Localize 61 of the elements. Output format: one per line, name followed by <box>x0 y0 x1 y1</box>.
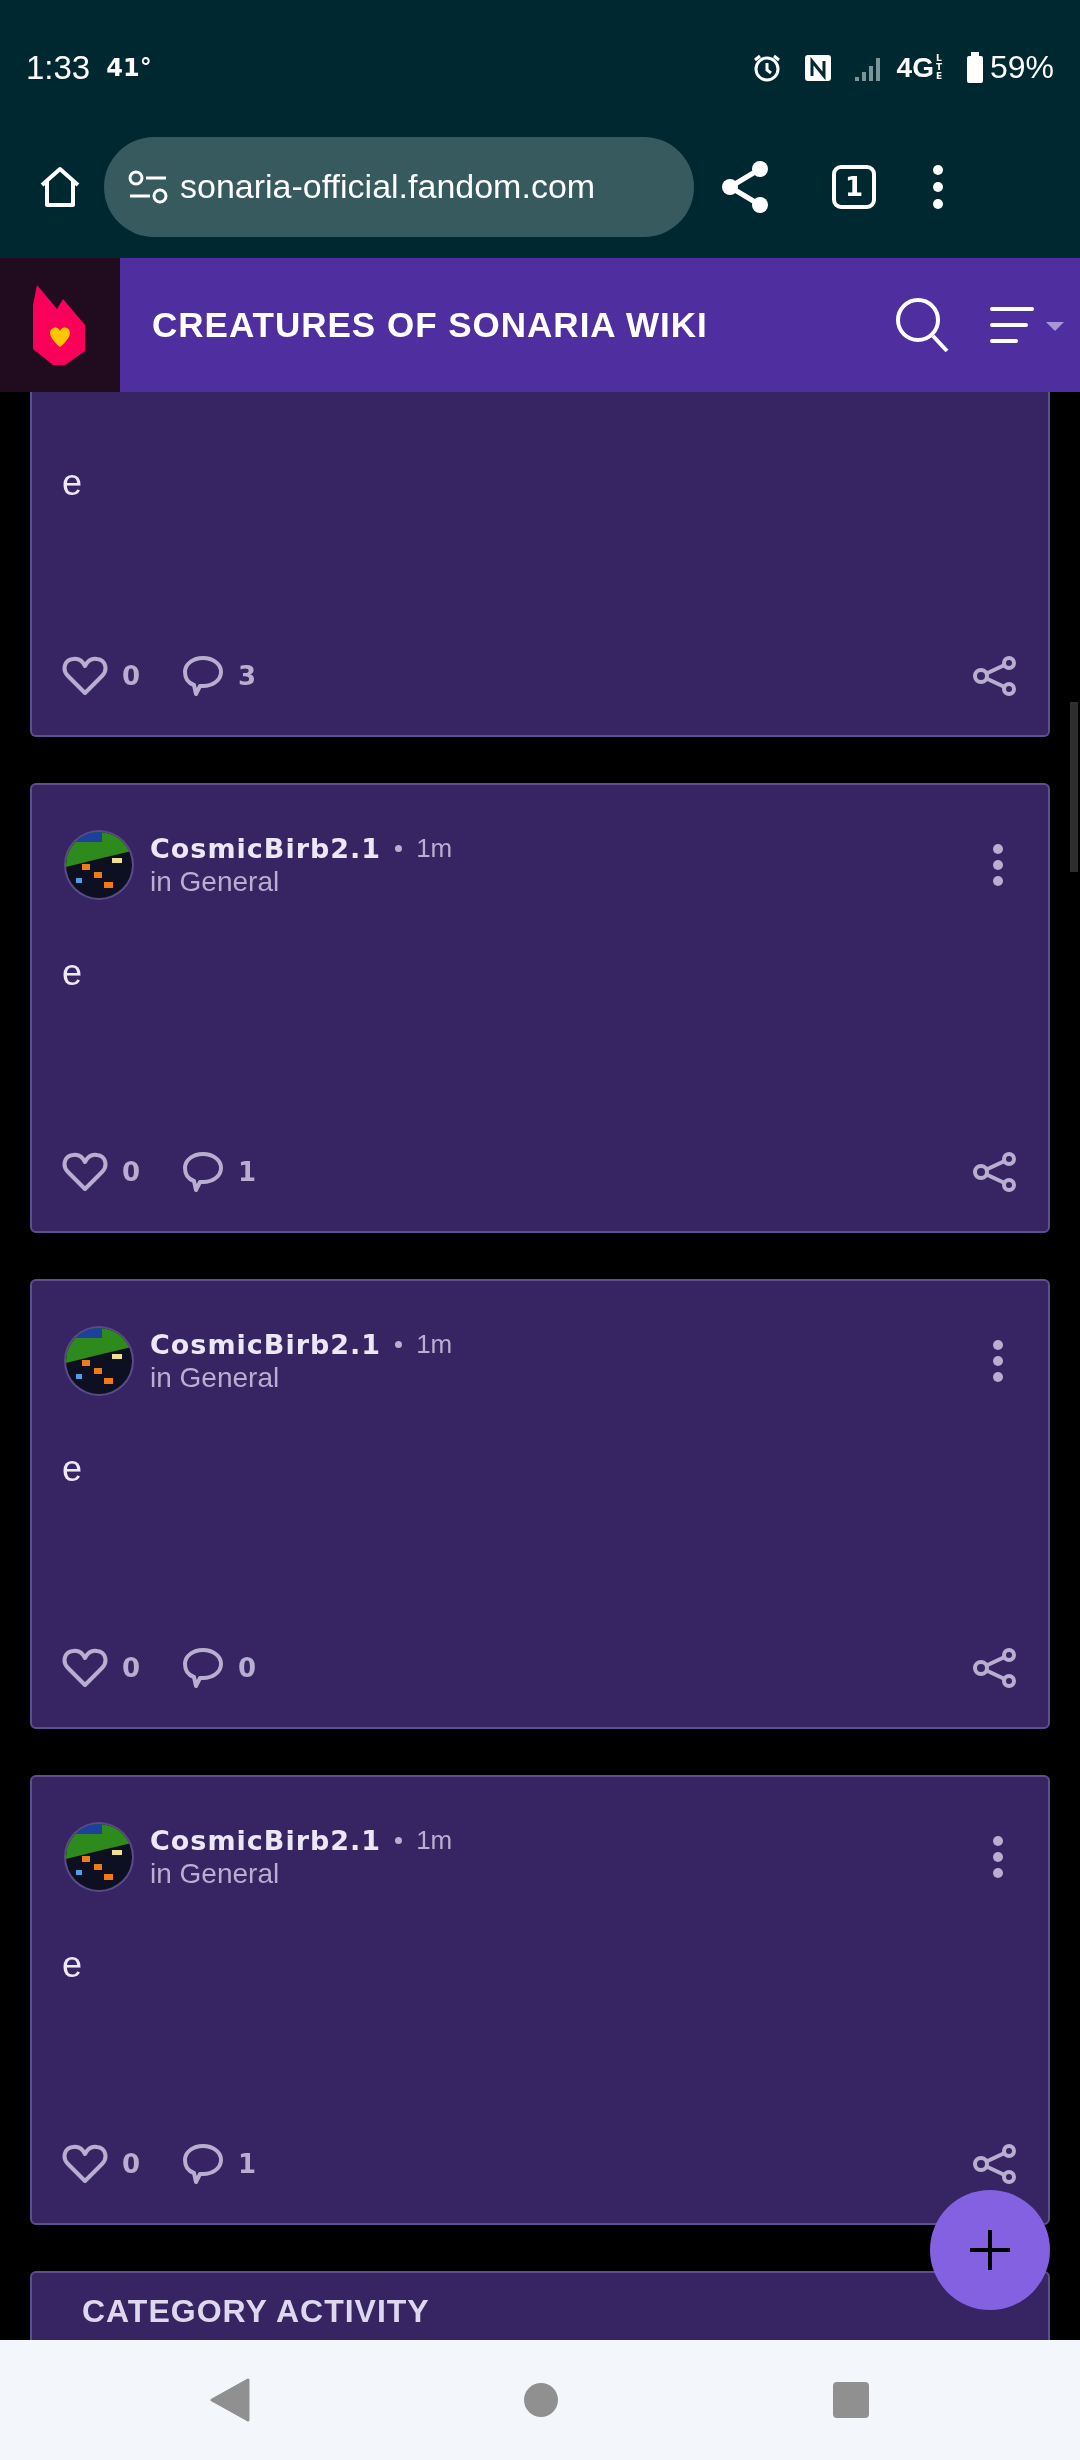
recents-icon[interactable] <box>832 2381 870 2419</box>
plus-icon <box>968 2228 1012 2272</box>
author-name[interactable]: CosmicBirb2.1 <box>150 1824 382 1856</box>
comment-count: 1 <box>238 2149 257 2179</box>
post-text: e <box>62 462 83 504</box>
comment-count: 0 <box>238 1653 257 1683</box>
battery-icon <box>965 51 984 84</box>
comment-count: 1 <box>238 1157 257 1187</box>
separator-dot <box>395 844 403 852</box>
post-category[interactable]: in General <box>150 865 280 898</box>
wiki-title[interactable]: CREATURES OF SONARIA WIKI <box>152 305 870 345</box>
section-heading: CATEGORY ACTIVITY <box>81 2293 430 2330</box>
post-category[interactable]: in General <box>150 1361 280 1394</box>
more-options-icon[interactable] <box>992 843 1004 887</box>
logo-panel[interactable] <box>0 258 120 392</box>
speech-bubble-icon[interactable] <box>182 1151 225 1193</box>
post-time: 1m <box>416 832 453 864</box>
share-icon[interactable] <box>972 656 1018 696</box>
post-text: e <box>62 952 83 994</box>
heart-icon[interactable] <box>62 656 108 696</box>
share-icon[interactable] <box>972 2144 1018 2184</box>
author-name[interactable]: CosmicBirb2.1 <box>150 1328 382 1360</box>
post-category[interactable]: in General <box>150 1857 280 1890</box>
more-options-icon[interactable] <box>992 1339 1004 1383</box>
like-count: 0 <box>122 2149 141 2179</box>
like-count: 0 <box>122 1157 141 1187</box>
search-icon[interactable] <box>894 296 950 354</box>
menu-icon[interactable] <box>990 306 1066 344</box>
share-icon[interactable] <box>720 158 770 215</box>
url-text: sonaria-official.fandom.com <box>180 167 596 206</box>
like-count: 0 <box>122 661 141 691</box>
comment-count: 3 <box>238 661 257 691</box>
network-subtype: LTE <box>935 54 944 81</box>
like-count: 0 <box>122 1653 141 1683</box>
share-icon[interactable] <box>972 1648 1018 1688</box>
temperature: 41° <box>106 53 152 82</box>
back-icon[interactable] <box>210 2378 250 2422</box>
heart-icon[interactable] <box>62 1648 108 1688</box>
more-options-icon[interactable] <box>992 1835 1004 1879</box>
site-settings-icon[interactable] <box>128 169 168 204</box>
more-options-icon[interactable] <box>932 163 944 210</box>
post-text: e <box>62 1448 83 1490</box>
address-bar[interactable]: sonaria-official.fandom.com <box>104 136 694 237</box>
status-time: 1:33 <box>26 48 91 87</box>
speech-bubble-icon[interactable] <box>182 1647 225 1689</box>
nfc-icon <box>802 52 833 83</box>
post-time: 1m <box>416 1824 453 1856</box>
battery-level: 59% <box>989 49 1054 86</box>
speech-bubble-icon[interactable] <box>182 2143 225 2185</box>
heart-icon[interactable] <box>62 2144 108 2184</box>
network-type: 4G <box>896 51 934 84</box>
post-time: 1m <box>416 1328 453 1360</box>
separator-dot <box>395 1340 403 1348</box>
separator-dot <box>395 1836 403 1844</box>
heart-icon[interactable] <box>62 1152 108 1192</box>
tab-count-button[interactable]: 1 <box>832 164 876 209</box>
post-text: e <box>62 1944 83 1986</box>
author-name[interactable]: CosmicBirb2.1 <box>150 832 382 864</box>
speech-bubble-icon[interactable] <box>182 655 225 697</box>
share-icon[interactable] <box>972 1152 1018 1192</box>
scrollbar[interactable] <box>1070 702 1078 872</box>
